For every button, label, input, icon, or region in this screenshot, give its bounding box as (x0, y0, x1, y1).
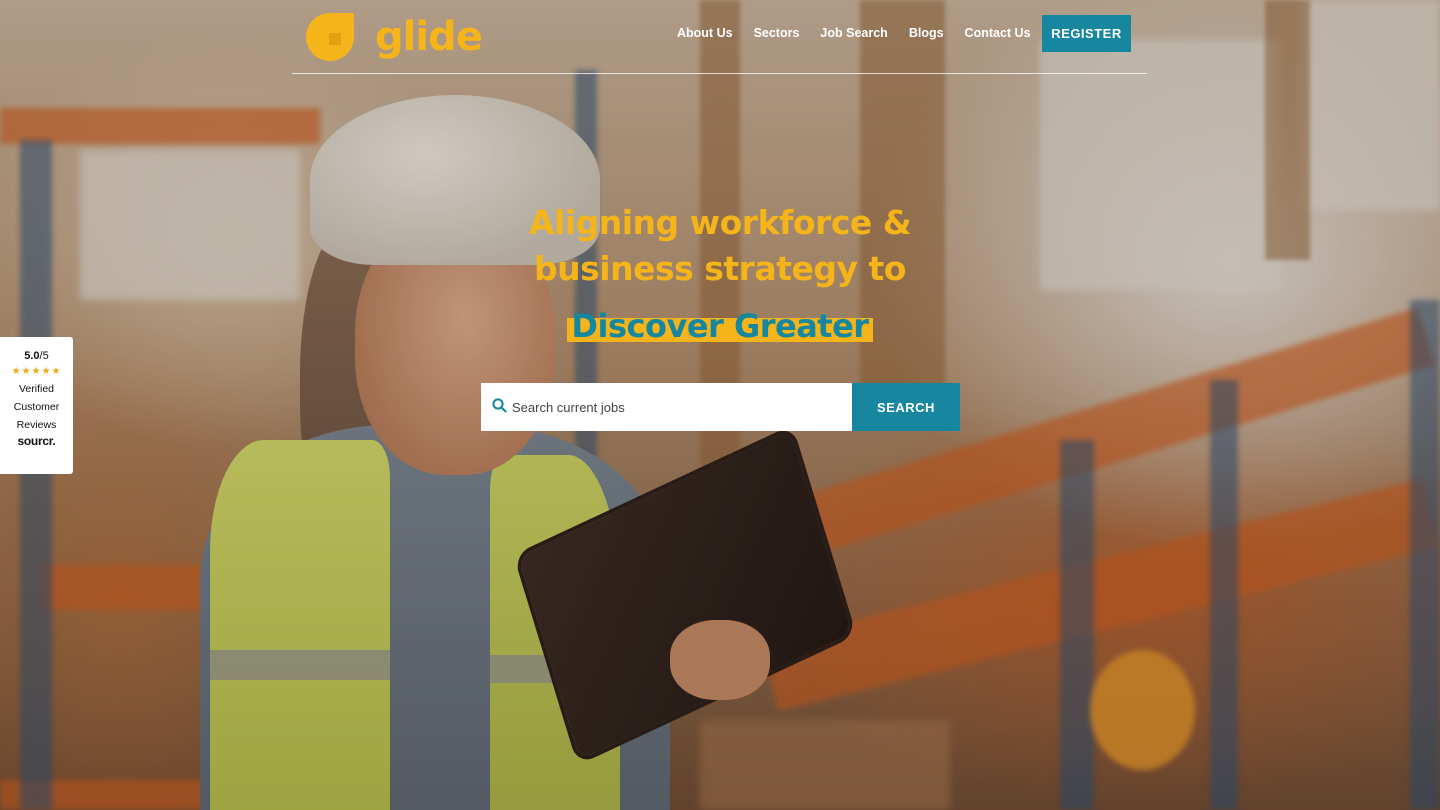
glide-logo-mark-icon (305, 13, 355, 61)
main-nav: About Us Sectors Job Search Blogs Contac… (677, 26, 1052, 40)
headline-line-1: Aligning workforce & (528, 203, 912, 242)
nav-contact-us[interactable]: Contact Us (965, 26, 1031, 40)
sourcr-logo: sourcr. (17, 434, 56, 448)
search-input[interactable] (512, 399, 832, 415)
nav-blogs[interactable]: Blogs (909, 26, 944, 40)
register-button[interactable]: REGISTER (1042, 15, 1131, 52)
review-line-verified: Verified (18, 383, 55, 395)
search-button[interactable]: SEARCH (852, 383, 960, 431)
review-out-of: /5 (39, 350, 49, 362)
headline-line-2: business strategy to (534, 249, 906, 288)
glide-logo[interactable]: glide (305, 13, 483, 61)
search-field-wrapper (481, 383, 852, 431)
review-line-customer: Customer (13, 401, 60, 413)
search-icon (492, 397, 507, 417)
review-score: 5.0 (24, 350, 40, 362)
nav-about-us[interactable]: About Us (677, 26, 733, 40)
review-line-reviews: Reviews (16, 419, 57, 431)
star-rating-icon: ★★★★★ (11, 366, 62, 377)
hero-headline: Aligning workforce & business strategy t… (470, 200, 970, 292)
review-rating: 5.0/5 (0, 350, 73, 362)
highlight-text: Discover Greater (571, 307, 869, 345)
job-search-form: SEARCH (481, 383, 960, 431)
nav-job-search[interactable]: Job Search (820, 26, 887, 40)
logo-wordmark: glide (375, 14, 483, 60)
review-text: Verified Customer Reviews (0, 380, 73, 434)
review-badge[interactable]: 5.0/5 ★★★★★ Verified Customer Reviews so… (0, 337, 73, 474)
hero-highlight: Discover Greater (565, 306, 875, 346)
nav-sectors[interactable]: Sectors (754, 26, 800, 40)
site-header: glide About Us Sectors Job Search Blogs … (292, 0, 1147, 74)
